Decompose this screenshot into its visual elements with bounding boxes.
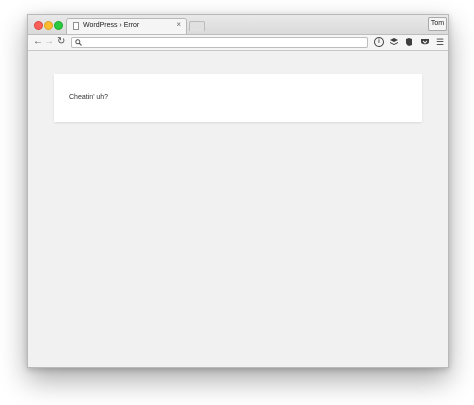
address-bar[interactable] [71,37,368,48]
evernote-icon[interactable] [404,37,414,47]
page-content: Cheatin’ uh? [28,51,448,367]
info-icon[interactable]: i [374,37,384,47]
document-icon [73,22,79,30]
browser-window: WordPress › Error × Tom ← → ↻ i ☰ Cheati… [27,14,449,368]
tab-close-icon[interactable]: × [176,20,181,30]
forward-arrow-icon[interactable]: → [44,36,54,48]
window-close-button[interactable] [34,21,43,30]
window-minimize-button[interactable] [44,21,53,30]
error-message-box: Cheatin’ uh? [54,74,422,122]
tab-wordpress-error[interactable]: WordPress › Error × [66,18,187,34]
tab-title: WordPress › Error [83,22,140,29]
window-maximize-button[interactable] [54,21,63,30]
pocket-icon[interactable] [420,37,430,47]
profile-button[interactable]: Tom [428,17,447,31]
browser-toolbar: ← → ↻ i ☰ [28,35,448,51]
reload-icon[interactable]: ↻ [57,36,65,48]
search-icon [75,38,82,46]
menu-icon[interactable]: ☰ [435,37,445,47]
error-message: Cheatin’ uh? [69,94,109,101]
title-bar: WordPress › Error × Tom [28,15,448,35]
new-tab-button[interactable] [189,21,205,31]
layers-icon[interactable] [389,37,399,47]
back-arrow-icon[interactable]: ← [33,36,43,48]
